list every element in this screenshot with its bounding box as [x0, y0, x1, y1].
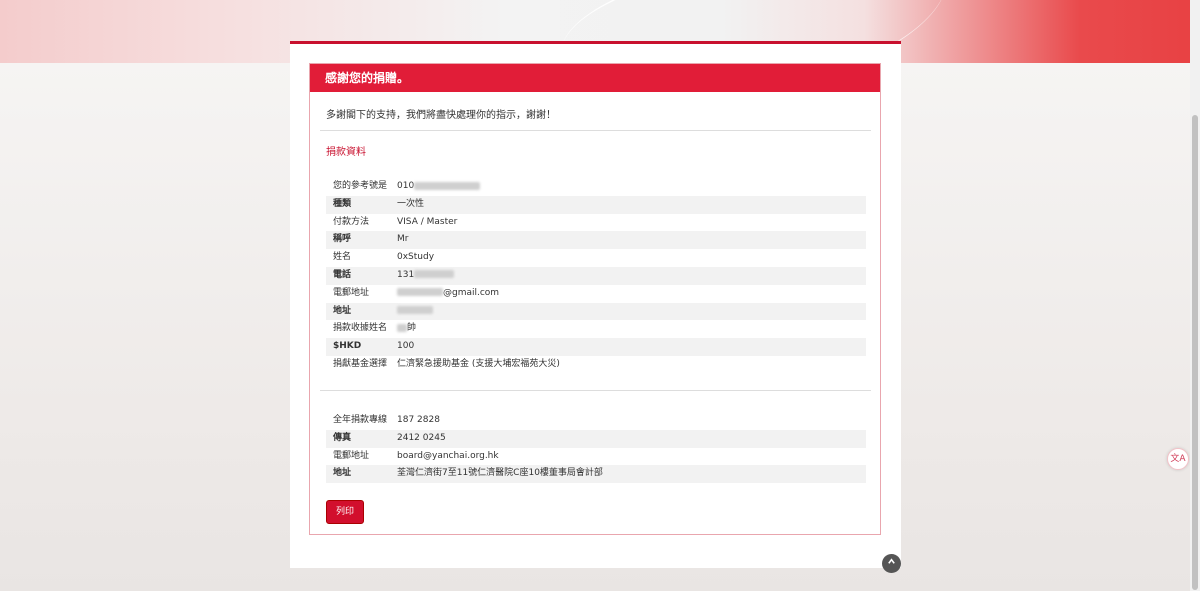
row-value: 2412 0245 — [397, 432, 446, 443]
redacted-blur — [397, 306, 433, 315]
row-value: 0xStudy — [397, 252, 435, 263]
row-label: 地址 — [333, 468, 352, 479]
row-value: 帥 — [397, 320, 416, 338]
row-label: 全年捐款專線 — [333, 415, 388, 425]
row-value: 仁濟緊急援助基金 (支援大埔宏福苑大災) — [397, 358, 560, 369]
row-value: 010 — [397, 178, 481, 196]
row-label: 付款方法 — [333, 216, 370, 227]
row-label: 您的參考號是 — [333, 181, 388, 191]
row-label: $HKD — [333, 341, 362, 352]
intro-text: 多謝閣下的支持，我們將盡快處理你的指示，謝謝！ — [326, 110, 556, 121]
donation-details-table: 您的參考號是 010 種類 一次性 付款方法 VISA / Master 稱呼 … — [326, 178, 866, 374]
content-page: 感謝您的捐贈。 多謝閣下的支持，我們將盡快處理你的指示，謝謝！ 捐款資料 您的參… — [290, 41, 901, 568]
row-value: @gmail.com — [397, 285, 499, 303]
panel-title: 感謝您的捐贈。 — [310, 64, 880, 92]
table-row: 傳真 2412 0245 — [326, 429, 866, 448]
back-to-top-button[interactable] — [882, 554, 901, 573]
row-value — [397, 303, 433, 321]
table-row: 電郵地址 @gmail.com — [326, 285, 866, 303]
row-value: 187 2828 — [397, 415, 440, 425]
vertical-scrollbar[interactable] — [1190, 0, 1200, 591]
scrollbar-thumb[interactable] — [1192, 115, 1198, 590]
table-row: 付款方法 VISA / Master — [326, 214, 866, 232]
table-row: 電郵地址 board@yanchai.org.hk — [326, 448, 866, 466]
table-row: 電話 131 — [326, 266, 866, 285]
section-title: 捐款資料 — [326, 147, 366, 158]
redacted-blur — [414, 181, 481, 190]
row-label: 姓名 — [333, 252, 352, 263]
table-row: 全年捐款專線 187 2828 — [326, 412, 866, 430]
row-value: Mr — [397, 234, 409, 245]
row-label: 捐款收據姓名 — [333, 323, 388, 334]
row-label: 電郵地址 — [333, 287, 370, 298]
table-row: 地址 荃灣仁濟街7至11號仁濟醫院C座10樓董事局會計部 — [326, 465, 866, 484]
row-value: 一次性 — [397, 198, 425, 209]
row-value: 荃灣仁濟街7至11號仁濟醫院C座10樓董事局會計部 — [397, 468, 603, 479]
thank-you-panel: 感謝您的捐贈。 多謝閣下的支持，我們將盡快處理你的指示，謝謝！ 捐款資料 您的參… — [309, 63, 881, 535]
row-value: 100 — [397, 341, 415, 352]
row-label: 稱呼 — [333, 234, 352, 245]
translate-widget[interactable]: 文A — [1167, 448, 1189, 470]
redacted-blur — [414, 270, 455, 279]
row-label: 電話 — [333, 269, 352, 280]
row-label: 傳真 — [333, 432, 352, 443]
row-value: board@yanchai.org.hk — [397, 450, 499, 461]
row-value: 131 — [397, 267, 455, 285]
redacted-blur — [397, 323, 407, 332]
row-label: 地址 — [333, 305, 352, 316]
row-label: 電郵地址 — [333, 450, 370, 461]
table-row: 您的參考號是 010 — [326, 178, 866, 196]
translate-icon: 文A — [1170, 454, 1186, 464]
redacted-blur — [397, 288, 443, 297]
row-label: 捐獻基金選擇 — [333, 358, 388, 369]
row-value: VISA / Master — [397, 216, 458, 227]
table-row: 姓名 0xStudy — [326, 249, 866, 267]
table-row: 地址 — [326, 302, 866, 321]
contact-info-table: 全年捐款專線 187 2828 傳真 2412 0245 電郵地址 board@… — [326, 412, 866, 484]
divider — [320, 130, 871, 131]
table-row: 捐獻基金選擇 仁濟緊急援助基金 (支援大埔宏福苑大災) — [326, 356, 866, 374]
divider — [320, 390, 871, 391]
chevron-up-icon — [887, 558, 896, 569]
print-button[interactable]: 列印 — [326, 500, 364, 524]
row-label: 種類 — [333, 198, 352, 209]
table-row: 稱呼 Mr — [326, 231, 866, 250]
table-row: 捐款收據姓名 帥 — [326, 320, 866, 338]
table-row: $HKD 100 — [326, 338, 866, 356]
table-row: 種類 一次性 — [326, 195, 866, 214]
